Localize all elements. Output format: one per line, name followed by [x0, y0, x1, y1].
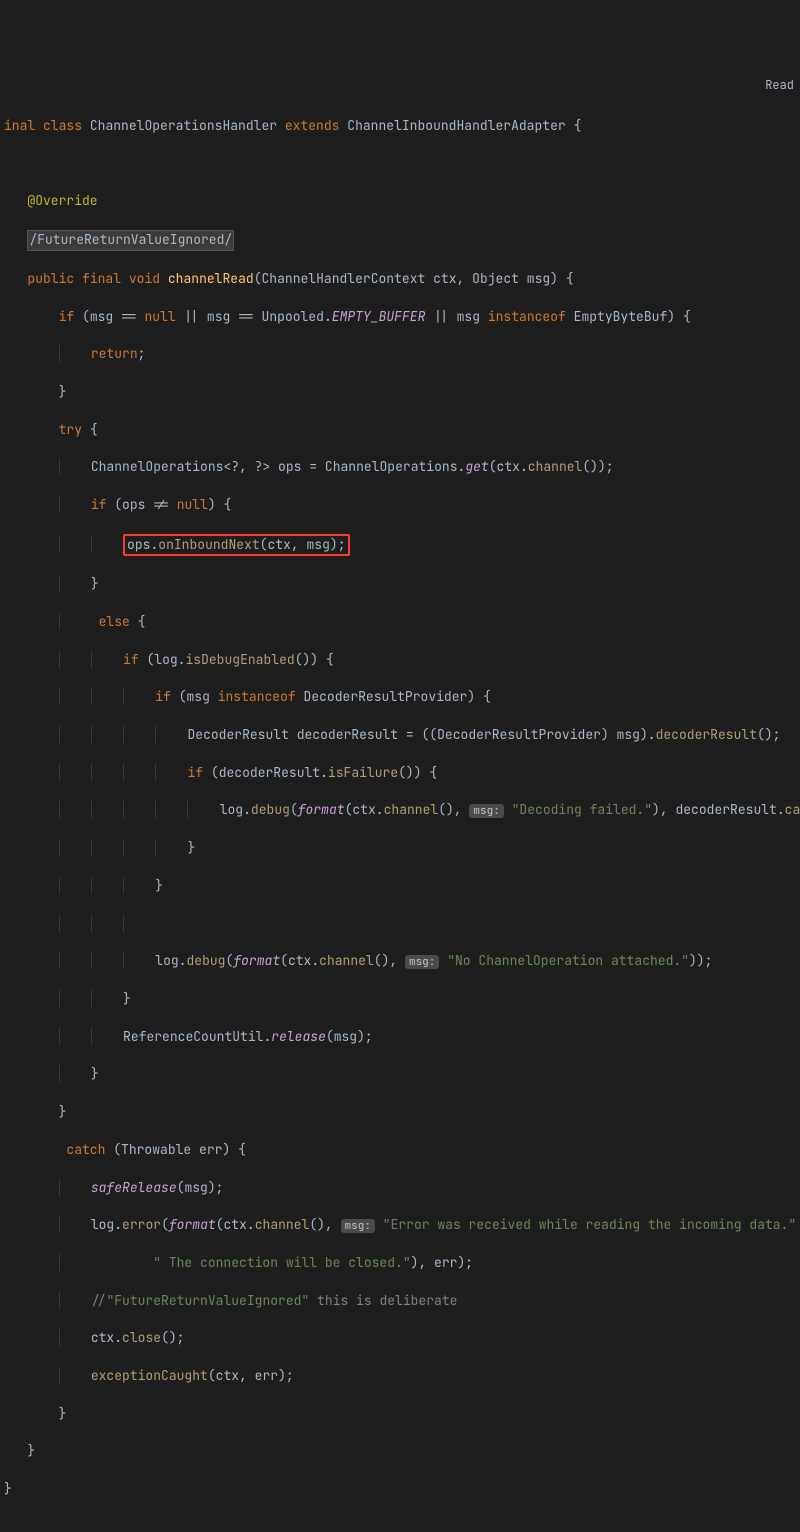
code-line: catch (Throwable err) {	[0, 1141, 800, 1160]
blank-line	[0, 915, 800, 934]
param-hint: msg:	[405, 955, 439, 969]
class-name: ChannelOperationsHandler	[90, 117, 277, 134]
code-line: }	[0, 1405, 800, 1424]
code-line: inal class ChannelOperationsHandler exte…	[0, 117, 800, 136]
kw-extends: extends	[285, 117, 340, 134]
code-line: /FutureReturnValueIgnored/	[0, 230, 800, 251]
code-line: //"FutureReturnValueIgnored" this is del…	[0, 1292, 800, 1311]
code-line: if (ops != null) {	[0, 496, 800, 515]
method-name: channelRead	[168, 270, 254, 287]
code-line: log.debug(format(ctx.channel(), msg: "De…	[0, 801, 800, 820]
code-line: log.error(format(ctx.channel(), msg: "Er…	[0, 1216, 800, 1235]
readonly-badge: Read	[765, 77, 794, 94]
code-line: public final void channelRead(ChannelHan…	[0, 270, 800, 289]
comment: //"FutureReturnValueIgnored" this is del…	[91, 1292, 458, 1309]
code-line: ReferenceCountUtil.release(msg);	[0, 1028, 800, 1047]
kw-final: inal	[4, 117, 35, 134]
code-line: " The connection will be closed."), err)…	[0, 1254, 800, 1273]
code-line: ops.onInboundNext(ctx, msg);	[0, 534, 800, 557]
code-line: }	[0, 1480, 800, 1499]
code-line: }	[0, 877, 800, 896]
code-line: }	[0, 1065, 800, 1084]
code-line: }	[0, 575, 800, 594]
code-line: }	[0, 1103, 800, 1122]
code-line: ChannelOperations<?, ?> ops = ChannelOpe…	[0, 458, 800, 477]
code-editor[interactable]: Read inal class ChannelOperationsHandler…	[0, 75, 800, 1521]
code-line: ctx.close();	[0, 1329, 800, 1348]
brace: {	[574, 117, 582, 134]
kw-class: class	[43, 117, 82, 134]
code-line: }	[0, 990, 800, 1009]
blank-line	[0, 155, 800, 174]
code-line: if (msg == null || msg == Unpooled.EMPTY…	[0, 308, 800, 327]
annotation-override: @Override	[27, 192, 97, 209]
param-hint: msg:	[341, 1219, 375, 1233]
code-line: DecoderResult decoderResult = ((DecoderR…	[0, 726, 800, 745]
highlighted-statement: ops.onInboundNext(ctx, msg);	[123, 534, 349, 557]
code-line: if (msg instanceof DecoderResultProvider…	[0, 688, 800, 707]
code-line: else {	[0, 613, 800, 632]
param-hint: msg:	[469, 804, 503, 818]
code-line: return;	[0, 345, 800, 364]
code-line: try {	[0, 421, 800, 440]
code-line: if (log.isDebugEnabled()) {	[0, 651, 800, 670]
super-class: ChannelInboundHandlerAdapter	[347, 117, 565, 134]
code-line: exceptionCaught(ctx, err);	[0, 1367, 800, 1386]
folded-annotation[interactable]: /FutureReturnValueIgnored/	[27, 230, 234, 251]
code-line: safeRelease(msg);	[0, 1179, 800, 1198]
code-line: }	[0, 1442, 800, 1461]
code-line: @Override	[0, 192, 800, 211]
code-line: }	[0, 839, 800, 858]
code-line: if (decoderResult.isFailure()) {	[0, 764, 800, 783]
code-line: log.debug(format(ctx.channel(), msg: "No…	[0, 952, 800, 971]
code-line: }	[0, 383, 800, 402]
